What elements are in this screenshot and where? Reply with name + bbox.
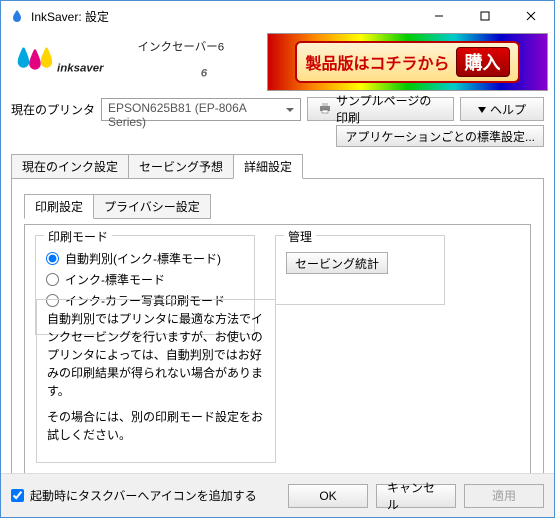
app-icon [9, 8, 25, 24]
ok-button[interactable]: OK [288, 484, 368, 508]
main-tabs: 現在のインク設定 セービング予想 詳細設定 [11, 153, 544, 178]
help-label: ヘルプ [490, 101, 526, 118]
logo-area: inksaver インクセーバー6 6 [7, 33, 267, 91]
saving-stats-button[interactable]: セービング統計 [286, 252, 388, 274]
svg-text:インクセーバー6: インクセーバー6 [137, 41, 224, 54]
info-p1: 自動判別ではプリンタに最適な方法でインクセービングを行いますが、お使いのプリンタ… [47, 310, 265, 400]
subtab-label: プライバシー設定 [104, 200, 200, 214]
cancel-label: キャンセル [387, 479, 445, 513]
tab-saving-forecast[interactable]: セービング予想 [128, 154, 234, 179]
printer-row: 現在のプリンタ EPSON625B81 (EP-806A Series) サンプ… [11, 97, 544, 121]
main-panel: 印刷設定 プライバシー設定 印刷モード 自動判別(インク-標準モード) インク-… [11, 178, 544, 478]
apply-label: 適用 [492, 487, 516, 504]
current-printer-label: 現在のプリンタ [11, 101, 95, 118]
footer: 起動時にタスクバーへアイコンを追加する OK キャンセル 適用 [1, 473, 554, 517]
print-mode-legend: 印刷モード [44, 228, 112, 245]
radio-auto-input[interactable] [46, 252, 59, 265]
radio-standard-input[interactable] [46, 273, 59, 286]
sample-print-button[interactable]: サンプルページの印刷 [307, 97, 454, 121]
per-app-row: アプリケーションごとの標準設定... [11, 125, 544, 147]
tab-advanced[interactable]: 詳細設定 [233, 154, 303, 179]
startup-checkbox[interactable] [11, 489, 24, 502]
sub-tabs: 印刷設定 プライバシー設定 [24, 193, 531, 218]
ok-label: OK [319, 489, 336, 503]
tab-current-ink[interactable]: 現在のインク設定 [11, 154, 129, 179]
subtab-label: 印刷設定 [35, 200, 83, 214]
management-legend: 管理 [284, 228, 316, 245]
maximize-button[interactable] [462, 1, 508, 31]
sub-panel: 印刷モード 自動判別(インク-標準モード) インク-標準モード インク-カラー写… [24, 224, 531, 474]
subtab-print-settings[interactable]: 印刷設定 [24, 194, 94, 219]
printer-select[interactable]: EPSON625B81 (EP-806A Series) [101, 98, 301, 121]
subtab-privacy-settings[interactable]: プライバシー設定 [93, 194, 211, 219]
help-button[interactable]: ヘルプ [460, 97, 544, 121]
tab-label: 詳細設定 [244, 160, 292, 174]
info-p2: その場合には、別の印刷モード設定をお試しください。 [47, 408, 265, 444]
tab-label: 現在のインク設定 [22, 160, 118, 174]
radio-auto-label: 自動判別(インク-標準モード) [65, 250, 221, 267]
inksaver-logo: inksaver インクセーバー6 6 [11, 38, 241, 86]
titlebar: InkSaver: 設定 [1, 1, 554, 31]
info-box: 自動判別ではプリンタに最適な方法でインクセービングを行いますが、お使いのプリンタ… [36, 299, 276, 463]
sample-print-label: サンプルページの印刷 [336, 92, 443, 126]
radio-auto[interactable]: 自動判別(インク-標準モード) [46, 250, 244, 267]
chevron-down-icon [478, 102, 486, 116]
radio-standard-label: インク-標準モード [65, 271, 165, 288]
management-group: 管理 セービング統計 [275, 235, 445, 305]
ad-inner: 製品版はコチラから 購入 [295, 41, 519, 83]
radio-standard[interactable]: インク-標準モード [46, 271, 244, 288]
per-app-settings-label: アプリケーションごとの標準設定... [345, 128, 535, 145]
cancel-button[interactable]: キャンセル [376, 484, 456, 508]
ad-buy-button[interactable]: 購入 [456, 47, 510, 77]
minimize-button[interactable] [416, 1, 462, 31]
startup-checkbox-label: 起動時にタスクバーへアイコンを追加する [30, 487, 257, 504]
svg-text:6: 6 [201, 67, 208, 79]
tab-label: セービング予想 [139, 160, 223, 174]
close-button[interactable] [508, 1, 554, 31]
printer-icon [318, 102, 332, 117]
svg-text:inksaver: inksaver [57, 63, 104, 75]
startup-checkbox-row[interactable]: 起動時にタスクバーへアイコンを追加する [11, 487, 257, 504]
apply-button[interactable]: 適用 [464, 484, 544, 508]
window-title: InkSaver: 設定 [31, 8, 416, 25]
ad-banner[interactable]: 製品版はコチラから 購入 [267, 33, 548, 91]
per-app-settings-button[interactable]: アプリケーションごとの標準設定... [336, 125, 544, 147]
ad-text: 製品版はコチラから [305, 50, 449, 74]
saving-stats-label: セービング統計 [295, 255, 379, 272]
header: inksaver インクセーバー6 6 製品版はコチラから 購入 [7, 33, 548, 91]
